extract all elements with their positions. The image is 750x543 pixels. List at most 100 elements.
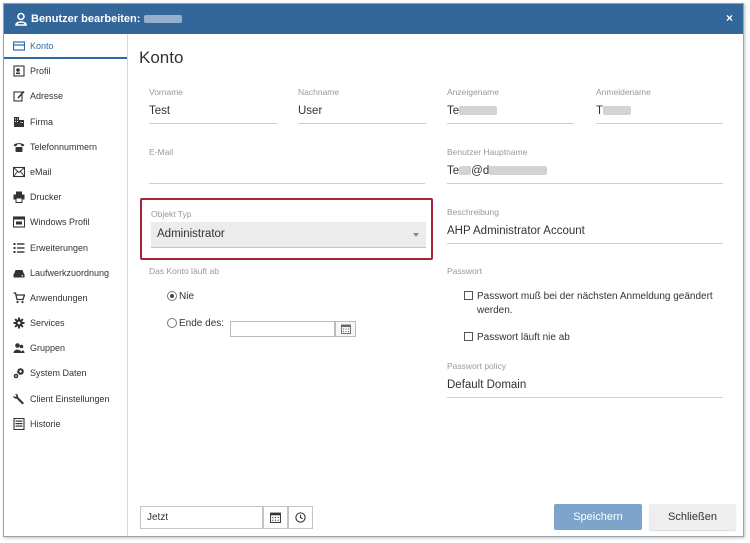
anzeigename-field[interactable]: Anzeigename Te [447,87,574,127]
ablauf-date-input[interactable] [230,321,335,337]
sidebar-item-profil[interactable]: Profil [4,59,127,84]
policy-field[interactable]: Passwort policy Default Domain [447,361,723,401]
calendar-icon [270,512,281,523]
save-button[interactable]: Speichern [554,504,642,530]
sidebar-item-label: System Daten [30,368,87,379]
vorname-label: Vorname [149,87,184,97]
gear-icon [13,317,25,329]
sidebar-item-laufwerkzuordnung[interactable]: Laufwerkzuordnung [4,261,127,286]
passwort-never-expires-option[interactable]: Passwort läuft nie ab [464,331,729,345]
calendar-button[interactable] [263,506,288,529]
sidebar: Konto Profil Adresse Firma Telefonnummer… [4,34,128,536]
redacted-text [459,166,472,176]
sidebar-item-konto[interactable]: Konto [4,34,127,60]
sidebar-item-drucker[interactable]: Drucker [4,185,127,210]
policy-input[interactable]: Default Domain [447,376,723,398]
radio-ende-label: Ende des: [179,318,225,329]
dialog-title-text: Benutzer bearbeiten: [31,13,141,25]
sidebar-item-label: Anwendungen [30,292,88,303]
nachname-input[interactable]: User [298,102,426,124]
anmeldename-field[interactable]: Anmeldename T [596,87,723,127]
email-input[interactable] [149,162,425,184]
users-icon [13,343,25,354]
main-content: Konto Vorname Test Nachname User Anzeige… [129,34,743,536]
sidebar-item-system-daten[interactable]: System Daten [4,361,127,386]
anmeldename-label: Anmeldename [596,87,651,97]
hauptname-value-start: Te [447,165,460,177]
sidebar-item-label: Drucker [30,192,62,203]
clock-icon [295,512,306,523]
window-icon [13,216,25,228]
close-button[interactable]: Schließen [649,504,736,530]
sidebar-item-email[interactable]: eMail [4,160,127,185]
nachname-field[interactable]: Nachname User [298,87,426,127]
card-icon [13,41,25,51]
wrench-icon [13,393,24,405]
ablauf-calendar-button[interactable] [335,321,356,337]
list-icon [13,242,25,253]
radio-ende-button[interactable] [167,318,177,328]
sidebar-item-historie[interactable]: Historie [4,412,127,437]
building-icon [14,116,24,127]
sidebar-item-telefonnummern[interactable]: Telefonnummern [4,135,127,160]
policy-label: Passwort policy [447,361,507,371]
anmeldename-value: T [596,105,604,117]
chevron-down-icon [413,233,419,237]
edit-icon [13,91,25,102]
passwort-never-expires-checkbox[interactable] [464,332,473,341]
sidebar-item-label: Laufwerkzuordnung [30,267,110,278]
sidebar-item-adresse[interactable]: Adresse [4,84,127,109]
beschreibung-input[interactable]: AHP Administrator Account [447,222,723,244]
sidebar-item-firma[interactable]: Firma [4,110,127,135]
anmeldename-input[interactable]: T [596,102,723,124]
nachname-label: Nachname [298,87,340,97]
vorname-field[interactable]: Vorname Test [149,87,277,127]
sidebar-item-anwendungen[interactable]: Anwendungen [4,286,127,311]
anzeigename-value: Te [447,105,460,117]
objekt-typ-value: Administrator [157,228,225,240]
objekt-typ-select[interactable]: Administrator [151,222,426,248]
sidebar-item-label: Services [30,318,65,329]
calendar-icon [341,324,351,334]
objekt-typ-label: Objekt Typ [151,209,192,219]
sidebar-item-label: Telefonnummern [30,141,98,152]
sidebar-item-label: Konto [30,41,54,51]
passwort-label: Passwort [447,266,482,276]
cart-icon [13,292,25,303]
email-field[interactable]: E-Mail [149,147,425,187]
user-icon [15,12,27,26]
sidebar-item-label: Historie [30,418,61,429]
sidebar-item-erweiterungen[interactable]: Erweiterungen [4,236,127,261]
beschreibung-field[interactable]: Beschreibung AHP Administrator Account [447,207,723,247]
phone-icon [13,142,25,152]
radio-nie-button[interactable] [167,291,177,301]
profile-icon [13,65,25,77]
sidebar-item-label: Adresse [30,91,64,102]
vorname-input[interactable]: Test [149,102,277,124]
drive-icon [13,269,25,278]
passwort-never-expires-label: Passwort läuft nie ab [477,332,570,343]
hauptname-input[interactable]: Te @d [447,162,723,184]
printer-icon [13,191,25,204]
sidebar-item-label: Erweiterungen [30,242,89,253]
konto-ablauf-label: Das Konto läuft ab [149,266,219,276]
redacted-text [603,106,632,116]
date-input[interactable]: Jetzt [140,506,263,529]
time-button[interactable] [288,506,313,529]
hauptname-field[interactable]: Benutzer Hauptname Te @d [447,147,723,187]
title-bar: Benutzer bearbeiten: × [4,4,743,34]
passwort-change-checkbox[interactable] [464,291,473,300]
sidebar-item-windows-profil[interactable]: Windows Profil [4,210,127,235]
user-name-redacted [144,15,183,24]
sidebar-item-services[interactable]: Services [4,311,127,336]
passwort-change-option[interactable]: Passwort muß bei der nächsten Anmeldung … [464,290,729,318]
anzeigename-input[interactable]: Te [447,102,574,124]
sidebar-item-client-einstellungen[interactable]: Client Einstellungen [4,387,127,412]
sidebar-item-gruppen[interactable]: Gruppen [4,336,127,361]
email-label: E-Mail [149,147,174,157]
mail-icon [13,166,25,177]
edit-user-dialog: Benutzer bearbeiten: × Konto Profil Adre… [3,3,744,537]
close-icon[interactable]: × [726,11,733,25]
sidebar-item-label: Windows Profil [30,217,90,228]
redacted-text [489,166,548,176]
